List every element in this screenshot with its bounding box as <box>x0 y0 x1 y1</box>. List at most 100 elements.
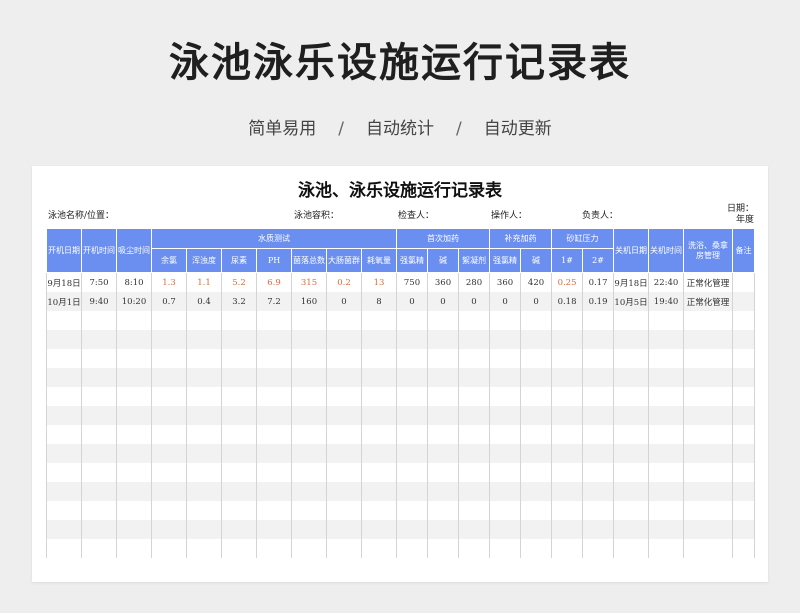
table-cell[interactable] <box>489 444 522 463</box>
table-cell[interactable] <box>116 311 152 330</box>
table-cell[interactable] <box>186 501 222 520</box>
table-cell[interactable] <box>326 425 362 444</box>
table-cell[interactable] <box>151 425 187 444</box>
table-cell[interactable] <box>520 406 553 425</box>
table-cell[interactable] <box>732 387 756 406</box>
table-cell[interactable] <box>732 501 756 520</box>
table-cell[interactable] <box>457 425 491 444</box>
table-cell[interactable]: 0.18 <box>551 292 584 311</box>
table-cell[interactable] <box>732 406 756 425</box>
table-cell[interactable] <box>732 539 756 558</box>
table-cell[interactable] <box>81 406 117 425</box>
table-cell[interactable] <box>613 368 650 387</box>
table-cell[interactable] <box>46 406 82 425</box>
table-cell[interactable]: 0.25 <box>551 272 584 292</box>
table-cell[interactable] <box>326 444 362 463</box>
table-cell[interactable] <box>221 349 257 368</box>
table-cell[interactable] <box>551 444 584 463</box>
table-cell[interactable] <box>46 349 82 368</box>
table-cell[interactable] <box>81 482 117 501</box>
table-cell[interactable] <box>457 501 491 520</box>
table-cell[interactable] <box>489 463 522 482</box>
table-cell[interactable] <box>396 539 428 558</box>
table-cell[interactable] <box>489 406 522 425</box>
table-cell[interactable] <box>151 387 187 406</box>
table-cell[interactable] <box>326 463 362 482</box>
table-cell[interactable]: 9月18日 <box>46 272 82 292</box>
table-cell[interactable] <box>613 425 650 444</box>
table-cell[interactable] <box>613 444 650 463</box>
table-cell[interactable] <box>582 368 615 387</box>
table-cell[interactable] <box>186 330 222 349</box>
table-cell[interactable] <box>582 444 615 463</box>
table-cell[interactable] <box>116 368 152 387</box>
table-cell[interactable] <box>151 501 187 520</box>
table-cell[interactable] <box>221 368 257 387</box>
table-cell[interactable] <box>361 482 397 501</box>
table-cell[interactable] <box>427 539 459 558</box>
table-cell[interactable] <box>489 349 522 368</box>
table-cell[interactable] <box>116 520 152 539</box>
table-cell[interactable] <box>361 539 397 558</box>
table-cell[interactable] <box>520 444 553 463</box>
table-cell[interactable] <box>186 311 222 330</box>
table-cell[interactable]: 9月18日 <box>613 272 650 292</box>
table-cell[interactable]: 0.19 <box>582 292 615 311</box>
table-cell[interactable]: 0 <box>457 292 491 311</box>
table-cell[interactable]: 0 <box>520 292 553 311</box>
table-cell[interactable] <box>582 501 615 520</box>
table-cell[interactable]: 160 <box>291 292 327 311</box>
table-cell[interactable] <box>291 425 327 444</box>
table-cell[interactable] <box>457 349 491 368</box>
table-cell[interactable] <box>520 463 553 482</box>
table-cell[interactable] <box>221 387 257 406</box>
table-cell[interactable] <box>46 539 82 558</box>
table-cell[interactable] <box>256 482 292 501</box>
table-cell[interactable] <box>221 463 257 482</box>
table-cell[interactable]: 8 <box>361 292 397 311</box>
table-cell[interactable] <box>427 482 459 501</box>
table-cell[interactable] <box>683 311 734 330</box>
table-cell[interactable] <box>732 482 756 501</box>
table-cell[interactable] <box>582 387 615 406</box>
table-cell[interactable] <box>613 463 650 482</box>
table-cell[interactable] <box>457 368 491 387</box>
table-cell[interactable] <box>613 501 650 520</box>
table-cell[interactable] <box>186 539 222 558</box>
table-cell[interactable] <box>81 330 117 349</box>
table-cell[interactable] <box>683 425 734 444</box>
table-cell[interactable] <box>427 520 459 539</box>
table-cell[interactable] <box>221 444 257 463</box>
table-cell[interactable]: 6.9 <box>256 272 292 292</box>
table-cell[interactable] <box>732 520 756 539</box>
table-cell[interactable] <box>427 368 459 387</box>
table-cell[interactable] <box>489 520 522 539</box>
table-cell[interactable] <box>427 387 459 406</box>
table-cell[interactable] <box>427 463 459 482</box>
table-cell[interactable] <box>396 349 428 368</box>
table-cell[interactable] <box>489 539 522 558</box>
table-cell[interactable] <box>186 463 222 482</box>
table-cell[interactable] <box>457 463 491 482</box>
table-cell[interactable] <box>256 539 292 558</box>
table-cell[interactable] <box>46 311 82 330</box>
table-cell[interactable] <box>361 349 397 368</box>
table-cell[interactable] <box>361 387 397 406</box>
table-cell[interactable] <box>683 463 734 482</box>
table-cell[interactable] <box>683 368 734 387</box>
table-cell[interactable] <box>396 330 428 349</box>
table-cell[interactable] <box>291 482 327 501</box>
table-cell[interactable] <box>457 330 491 349</box>
table-cell[interactable] <box>221 330 257 349</box>
table-cell[interactable] <box>151 368 187 387</box>
table-cell[interactable] <box>361 368 397 387</box>
table-cell[interactable] <box>489 425 522 444</box>
table-cell[interactable]: 1.3 <box>151 272 187 292</box>
table-cell[interactable] <box>116 425 152 444</box>
table-cell[interactable] <box>291 444 327 463</box>
table-cell[interactable] <box>732 349 756 368</box>
table-cell[interactable] <box>186 482 222 501</box>
table-cell[interactable] <box>551 482 584 501</box>
table-cell[interactable] <box>520 349 553 368</box>
table-cell[interactable] <box>489 368 522 387</box>
